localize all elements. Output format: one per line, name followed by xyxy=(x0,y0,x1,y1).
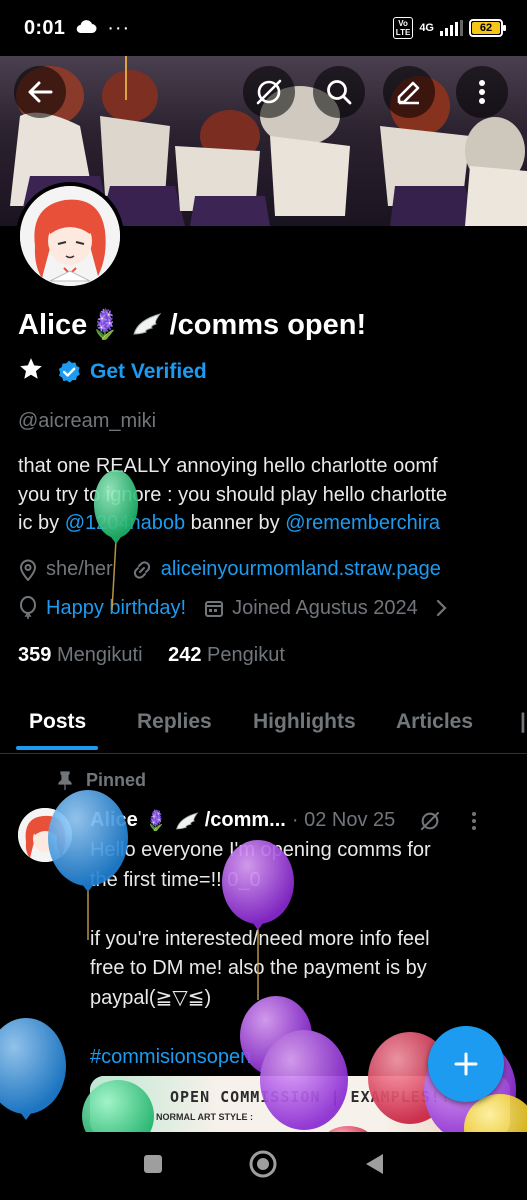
followers-link[interactable]: 242 Pengikut xyxy=(168,644,285,666)
search-button[interactable] xyxy=(313,66,365,118)
bio-line-3: ic by @1204nabob banner by @rememberchir… xyxy=(18,509,513,538)
more-button[interactable] xyxy=(456,66,508,118)
followers-count: 242 xyxy=(168,644,202,666)
grok-button[interactable] xyxy=(243,66,295,118)
network-label: 4G xyxy=(419,22,434,34)
media-title: OPEN COMMISSION | EXAMPLES!! : xyxy=(170,1088,471,1106)
status-time: 0:01 xyxy=(24,16,66,39)
back-arrow-icon xyxy=(28,81,53,103)
post-text-line: Hello everyone I'm opening comms for xyxy=(90,839,431,861)
post-text-line: if you're interested/need more info feel xyxy=(90,927,430,950)
post-author-suffix: /comm... xyxy=(204,809,286,831)
status-bar: 0:01 ··· Vo LTE 4G 62 xyxy=(0,0,527,56)
tab-overflow[interactable]: | xyxy=(520,710,527,734)
post-author-emoji: 🪻 xyxy=(143,810,169,832)
recents-button[interactable] xyxy=(142,1153,164,1180)
joined-date: Joined Agustus 2024 xyxy=(232,596,418,619)
tab-highlights[interactable]: Highlights xyxy=(253,710,356,734)
pronouns-label: she/her xyxy=(46,558,113,580)
following-link[interactable]: 359 Mengikuti xyxy=(18,644,143,666)
profile-meta-row-2: Happy birthday! Joined Agustus 2024 xyxy=(18,596,448,620)
system-back-button[interactable] xyxy=(363,1152,385,1181)
battery-level: 62 xyxy=(472,22,500,34)
signal-icon xyxy=(440,20,463,36)
wing-icon xyxy=(175,811,199,829)
grok-icon[interactable] xyxy=(419,810,441,832)
profile-bio: that one REALLY annoying hello charlotte… xyxy=(18,452,513,538)
profile-name: Alice🪻 /comms open! xyxy=(18,308,366,342)
pinned-label: Pinned xyxy=(86,770,147,790)
post-text-line: paypal(≧▽≦) xyxy=(90,986,212,1009)
more-icon xyxy=(479,80,485,104)
bio-line-3-mid: banner by xyxy=(185,512,286,534)
profile-avatar[interactable] xyxy=(16,182,124,290)
search-icon xyxy=(327,80,352,105)
edit-button[interactable] xyxy=(383,66,435,118)
star-icon xyxy=(18,356,44,388)
location-pin-icon xyxy=(19,559,37,581)
more-notifications-icon: ··· xyxy=(107,16,131,39)
profile-handle: @aicream_miki xyxy=(18,410,157,432)
bio-line-1: that one REALLY annoying hello charlotte… xyxy=(18,455,438,477)
get-verified-button[interactable]: Get Verified xyxy=(56,359,207,385)
bio-line-3-text: ic by xyxy=(18,512,65,534)
pin-icon xyxy=(58,770,72,790)
following-label: Mengikuti xyxy=(56,644,143,666)
post-more-icon[interactable] xyxy=(471,811,477,831)
link-icon xyxy=(133,560,150,579)
bio-line-2: you try to ignore : you should play hell… xyxy=(18,483,448,506)
tab-articles[interactable]: Articles xyxy=(396,710,473,734)
volte-icon: Vo LTE xyxy=(392,17,414,39)
square-icon xyxy=(144,1154,163,1173)
hyacinth-emoji: 🪻 xyxy=(87,309,124,341)
post-text-line: the first time=!! 0_0 xyxy=(90,868,261,891)
home-button[interactable] xyxy=(248,1149,278,1184)
name-suffix: /comms open! xyxy=(169,309,367,341)
profile-badges: Get Verified xyxy=(18,356,207,388)
post-text-line: free to DM me! also the payment is by xyxy=(90,957,427,979)
calendar-icon xyxy=(205,601,224,617)
tab-posts[interactable]: Posts xyxy=(29,710,86,734)
active-tab-indicator xyxy=(16,746,98,750)
pinned-indicator: Pinned xyxy=(58,770,146,791)
verified-badge-icon xyxy=(58,360,80,383)
get-verified-label: Get Verified xyxy=(90,360,207,383)
website-link[interactable]: aliceinyourmomland.straw.page xyxy=(161,558,441,581)
post-date: · 02 Nov 25 xyxy=(291,809,396,831)
followers-label: Pengikut xyxy=(207,644,285,666)
post-header: Alice 🪻 /comm... · 02 Nov 25 xyxy=(90,808,510,833)
bio-mention-link[interactable]: @rememberchira xyxy=(285,512,440,534)
triangle-back-icon xyxy=(365,1153,383,1174)
battery-icon: 62 xyxy=(469,19,506,37)
balloon-icon xyxy=(20,596,36,619)
following-count: 359 xyxy=(18,644,52,666)
profile-tabs: Posts Replies Highlights Articles | xyxy=(0,696,527,754)
grok-icon xyxy=(256,79,282,105)
compose-post-button[interactable] xyxy=(428,1026,504,1102)
edit-icon xyxy=(397,81,420,105)
tab-replies[interactable]: Replies xyxy=(137,710,212,734)
plus-icon xyxy=(454,1052,478,1076)
bio-mention-link[interactable]: @1204nabob xyxy=(65,512,185,534)
media-subtitle: NORMAL ART STYLE : xyxy=(156,1112,253,1122)
profile-meta-row-1: she/her aliceinyourmomland.straw.page xyxy=(18,558,441,581)
chevron-right-icon[interactable] xyxy=(434,599,448,617)
post-author-name[interactable]: Alice xyxy=(90,809,138,832)
display-name: Alice xyxy=(18,309,88,341)
post-author-avatar[interactable] xyxy=(18,808,72,862)
back-button[interactable] xyxy=(14,66,66,118)
circle-icon xyxy=(249,1150,277,1177)
follow-counts: 359 Mengikuti 242 Pengikut xyxy=(18,644,285,667)
wing-icon xyxy=(132,309,170,341)
cloud-icon xyxy=(75,17,97,40)
system-navigation-bar xyxy=(0,1132,527,1200)
birthday-label[interactable]: Happy birthday! xyxy=(46,597,186,620)
